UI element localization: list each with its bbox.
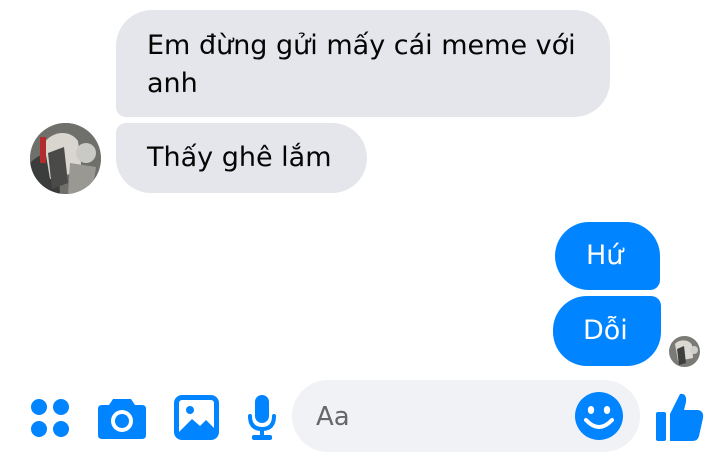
message-input[interactable]: Aa [316, 400, 556, 434]
like-icon[interactable] [655, 391, 705, 443]
outgoing-message-bubble[interactable]: Dỗi [553, 296, 661, 366]
image-icon[interactable] [174, 395, 219, 440]
outgoing-message-bubble[interactable]: Hứ [555, 222, 660, 290]
camera-icon[interactable] [97, 396, 147, 440]
message-text: Thấy ghê lắm [147, 142, 332, 173]
message-text: Dỗi [583, 315, 628, 346]
message-text: Em đừng gửi mấy cái meme với anh [147, 30, 576, 99]
contact-avatar[interactable] [30, 123, 101, 194]
avatar-photo [30, 123, 101, 194]
apps-icon[interactable] [30, 398, 70, 438]
incoming-message-bubble[interactable]: Thấy ghê lắm [116, 123, 367, 193]
seen-receipt-avatar [669, 336, 700, 367]
microphone-icon[interactable] [247, 395, 277, 441]
message-text: Hứ [586, 240, 624, 271]
message-composer[interactable]: Aa [292, 380, 640, 452]
seen-avatar-photo [669, 336, 700, 367]
incoming-message-bubble[interactable]: Em đừng gửi mấy cái meme với anh [116, 10, 610, 117]
emoji-icon[interactable] [575, 392, 623, 440]
